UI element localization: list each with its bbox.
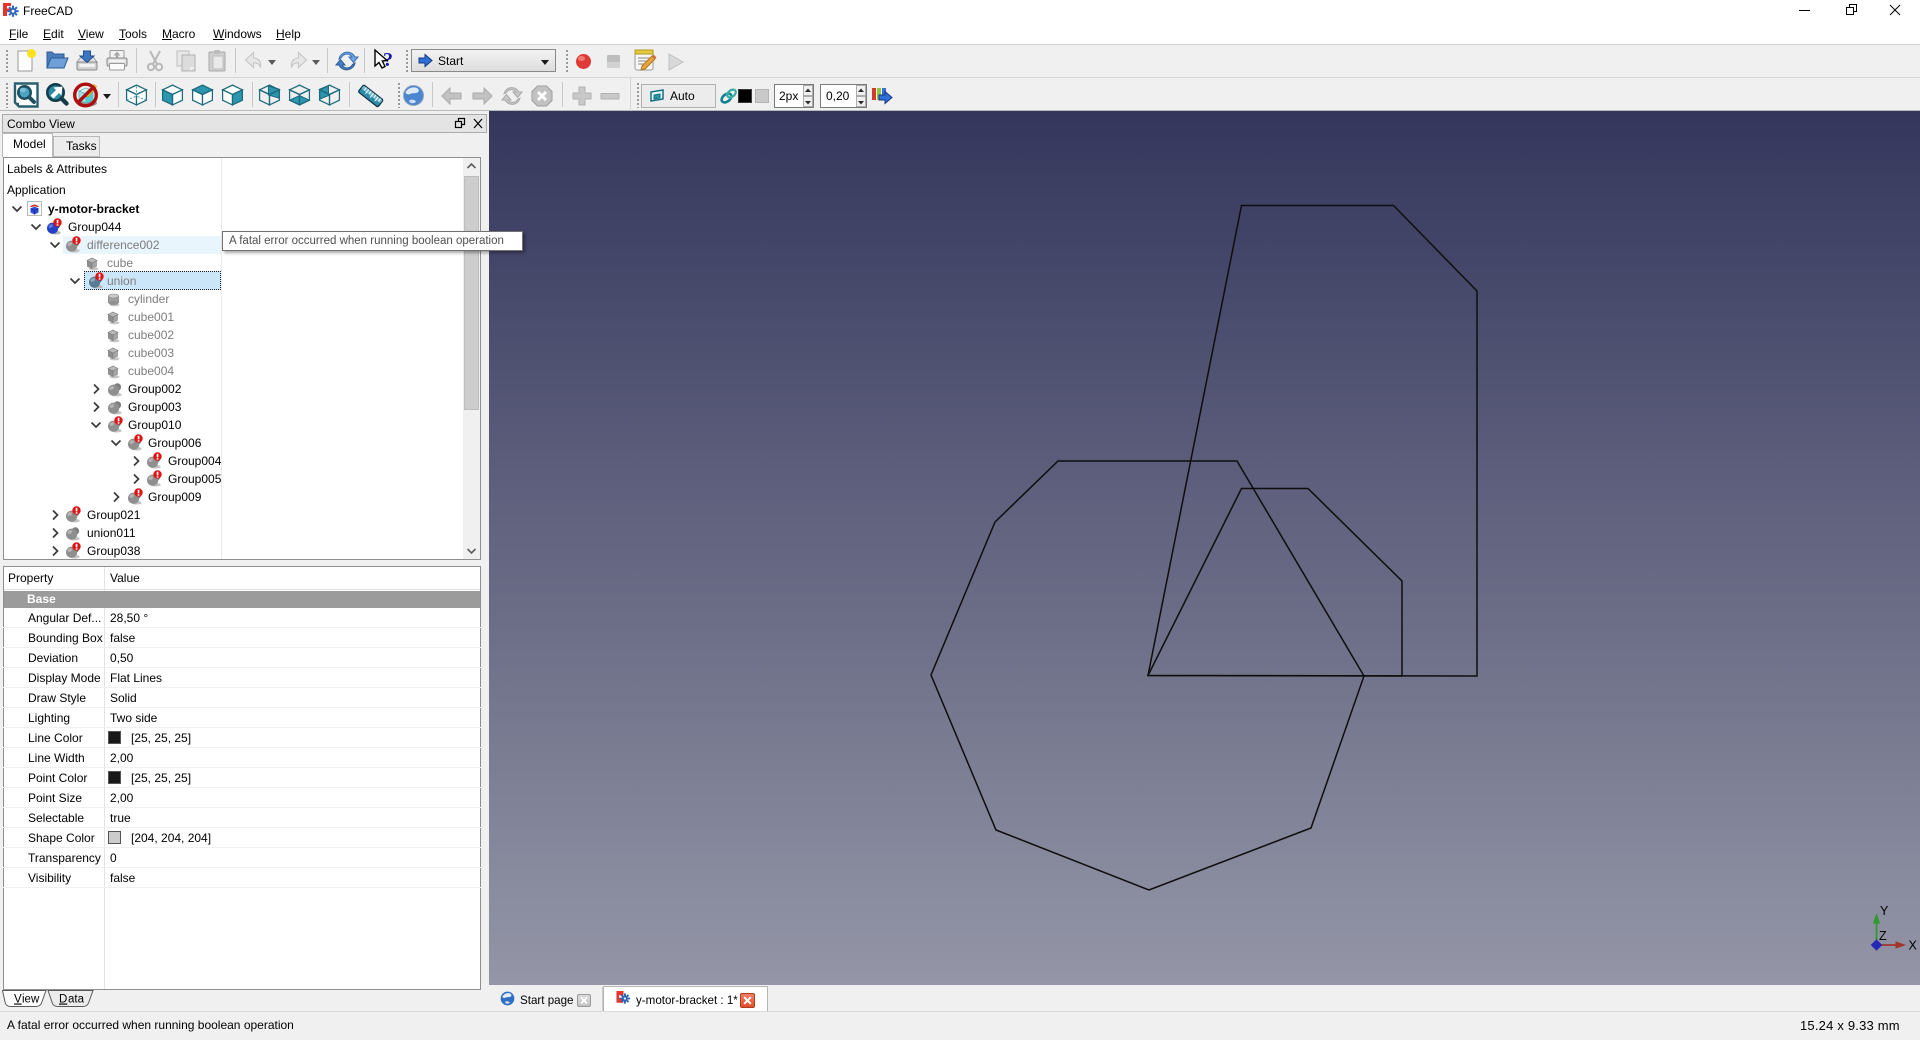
svg-text:Z: Z bbox=[1879, 929, 1887, 943]
svg-text:ata: ata bbox=[68, 994, 85, 1006]
svg-text:Y: Y bbox=[1880, 904, 1889, 918]
svg-text:X: X bbox=[1909, 939, 1918, 953]
svg-text:D: D bbox=[59, 994, 67, 1006]
svg-text:iew: iew bbox=[22, 994, 40, 1006]
svg-text:V: V bbox=[14, 994, 22, 1006]
